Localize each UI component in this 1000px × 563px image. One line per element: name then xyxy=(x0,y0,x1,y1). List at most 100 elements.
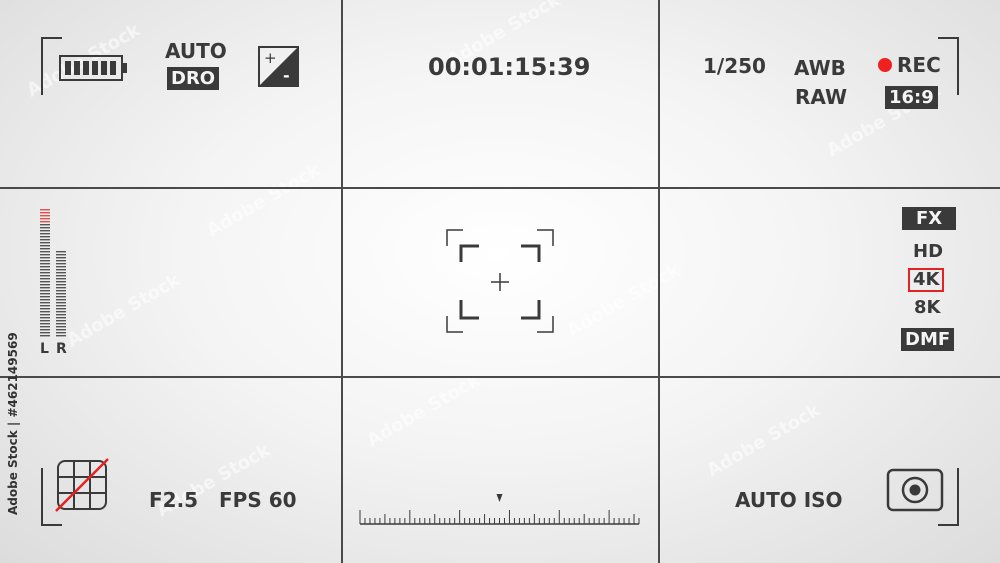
audio-right-bar xyxy=(56,269,66,271)
fps-value[interactable]: FPS 60 xyxy=(219,490,297,510)
audio-left-bar xyxy=(40,224,50,226)
auto-iso-label[interactable]: AUTO ISO xyxy=(735,490,843,510)
audio-left-bar xyxy=(40,305,50,307)
audio-left-bar xyxy=(40,299,50,301)
audio-left-bar xyxy=(40,257,50,259)
stabilization-icon[interactable] xyxy=(886,468,946,514)
audio-right-label: R xyxy=(56,341,67,357)
audio-right-bar xyxy=(56,287,66,289)
8k-option[interactable]: 8K xyxy=(914,299,940,317)
audio-right-bar xyxy=(56,290,66,292)
audio-right-bar xyxy=(56,254,66,256)
dro-badge[interactable]: DRO xyxy=(167,67,220,90)
audio-right-bar xyxy=(56,320,66,322)
audio-left-bar xyxy=(40,266,50,268)
aperture-value[interactable]: F2.5 xyxy=(149,490,198,510)
rec-dot-icon xyxy=(878,58,892,72)
ruler-pointer-icon xyxy=(496,494,503,502)
audio-left-bar xyxy=(40,239,50,241)
svg-text:+: + xyxy=(264,49,277,67)
audio-left-bar xyxy=(40,221,50,223)
audio-right-bar xyxy=(56,278,66,280)
audio-left-bar xyxy=(40,332,50,334)
audio-left-bar xyxy=(40,287,50,289)
audio-right-bar xyxy=(56,263,66,265)
audio-right-bar xyxy=(56,284,66,286)
rec-label: REC xyxy=(897,53,941,77)
audio-left-bar xyxy=(40,314,50,316)
audio-left-bar xyxy=(40,245,50,247)
audio-right-bar xyxy=(56,293,66,295)
audio-left-bar xyxy=(40,326,50,328)
audio-right-bar xyxy=(56,317,66,319)
audio-left-bar xyxy=(40,209,50,211)
audio-left-bar xyxy=(40,302,50,304)
audio-left-bar xyxy=(40,317,50,319)
audio-left-bar xyxy=(40,269,50,271)
audio-left-bar xyxy=(40,218,50,220)
audio-right-bar xyxy=(56,335,66,337)
exposure-compensation-icon[interactable]: + - xyxy=(258,46,300,88)
dmf-badge[interactable]: DMF xyxy=(901,328,955,351)
audio-right-bar xyxy=(56,329,66,331)
grid-off-icon[interactable] xyxy=(54,457,110,513)
shutter-speed[interactable]: 1/250 xyxy=(703,56,766,76)
audio-left-bar xyxy=(40,293,50,295)
audio-left-bar xyxy=(40,281,50,283)
audio-left-bar xyxy=(40,263,50,265)
audio-right-bar xyxy=(56,257,66,259)
audio-right-bar xyxy=(56,311,66,313)
audio-left-bar xyxy=(40,242,50,244)
audio-left-bar xyxy=(40,329,50,331)
svg-text:-: - xyxy=(283,66,290,85)
audio-left-bar xyxy=(40,248,50,250)
fx-badge[interactable]: FX xyxy=(902,207,957,230)
audio-left-bar xyxy=(40,296,50,298)
audio-left-bar xyxy=(40,227,50,229)
audio-left-bar xyxy=(40,335,50,337)
audio-left-bar xyxy=(40,275,50,277)
hd-option[interactable]: HD xyxy=(913,243,943,261)
battery-icon xyxy=(59,55,127,81)
audio-right-bar xyxy=(56,251,66,253)
audio-left-bar xyxy=(40,251,50,253)
audio-left-bar xyxy=(40,260,50,262)
audio-left-bar xyxy=(40,278,50,280)
focus-reticle[interactable] xyxy=(445,228,555,336)
stock-credit: Adobe Stock | #462149569 xyxy=(6,332,20,515)
audio-left-bar xyxy=(40,215,50,217)
audio-right-bar xyxy=(56,302,66,304)
auto-label: AUTO xyxy=(165,39,227,63)
aspect-ratio-badge[interactable]: 16:9 xyxy=(885,86,938,109)
audio-left-bar xyxy=(40,233,50,235)
audio-right-bar xyxy=(56,275,66,277)
audio-right-bar xyxy=(56,326,66,328)
audio-left-bar xyxy=(40,284,50,286)
audio-left-bar xyxy=(40,308,50,310)
audio-left-bar xyxy=(40,230,50,232)
audio-left-bar xyxy=(40,254,50,256)
audio-left-bar xyxy=(40,290,50,292)
audio-left-bar xyxy=(40,311,50,313)
audio-left-bar xyxy=(40,212,50,214)
audio-right-bar xyxy=(56,272,66,274)
audio-right-bar xyxy=(56,260,66,262)
audio-right-bar xyxy=(56,332,66,334)
audio-right-bar xyxy=(56,296,66,298)
audio-left-bar xyxy=(40,272,50,274)
4k-option-selected[interactable]: 4K xyxy=(908,268,945,292)
audio-right-bar xyxy=(56,308,66,310)
audio-level-meter xyxy=(40,209,66,337)
audio-left-bar xyxy=(40,323,50,325)
level-ruler xyxy=(359,494,640,525)
awb-label[interactable]: AWB xyxy=(794,58,846,78)
audio-right-bar xyxy=(56,299,66,301)
audio-right-bar xyxy=(56,323,66,325)
audio-left-label: L xyxy=(40,341,49,357)
audio-right-bar xyxy=(56,266,66,268)
audio-right-bar xyxy=(56,314,66,316)
raw-label: RAW xyxy=(795,85,848,109)
audio-left-bar xyxy=(40,320,50,322)
audio-right-bar xyxy=(56,305,66,307)
timecode: 00:01:15:39 xyxy=(428,53,591,81)
